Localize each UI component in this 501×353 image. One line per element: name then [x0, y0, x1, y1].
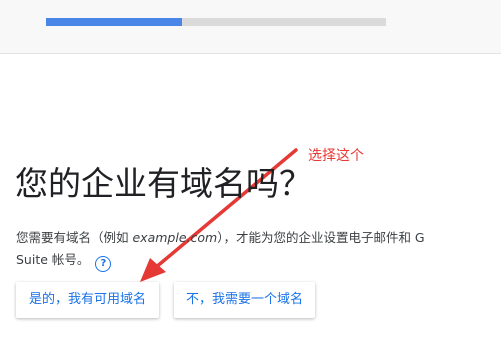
annotation-label: 选择这个: [308, 148, 364, 164]
description-part1: 您需要有域名（例如: [16, 230, 133, 245]
yes-have-domain-button[interactable]: 是的，我有可用域名: [16, 282, 159, 318]
no-need-domain-button[interactable]: 不，我需要一个域名: [174, 282, 315, 318]
page-title: 您的企业有域名吗？: [15, 164, 312, 203]
description-text: 您需要有域名（例如 example.com），才能为您的企业设置电子邮件和 G …: [16, 227, 436, 272]
progress-bar: [46, 18, 386, 26]
progress-bar-fill: [46, 18, 182, 26]
top-bar: [0, 0, 501, 54]
description-example: example.com: [132, 230, 218, 245]
help-circle-icon[interactable]: ?: [95, 256, 112, 272]
